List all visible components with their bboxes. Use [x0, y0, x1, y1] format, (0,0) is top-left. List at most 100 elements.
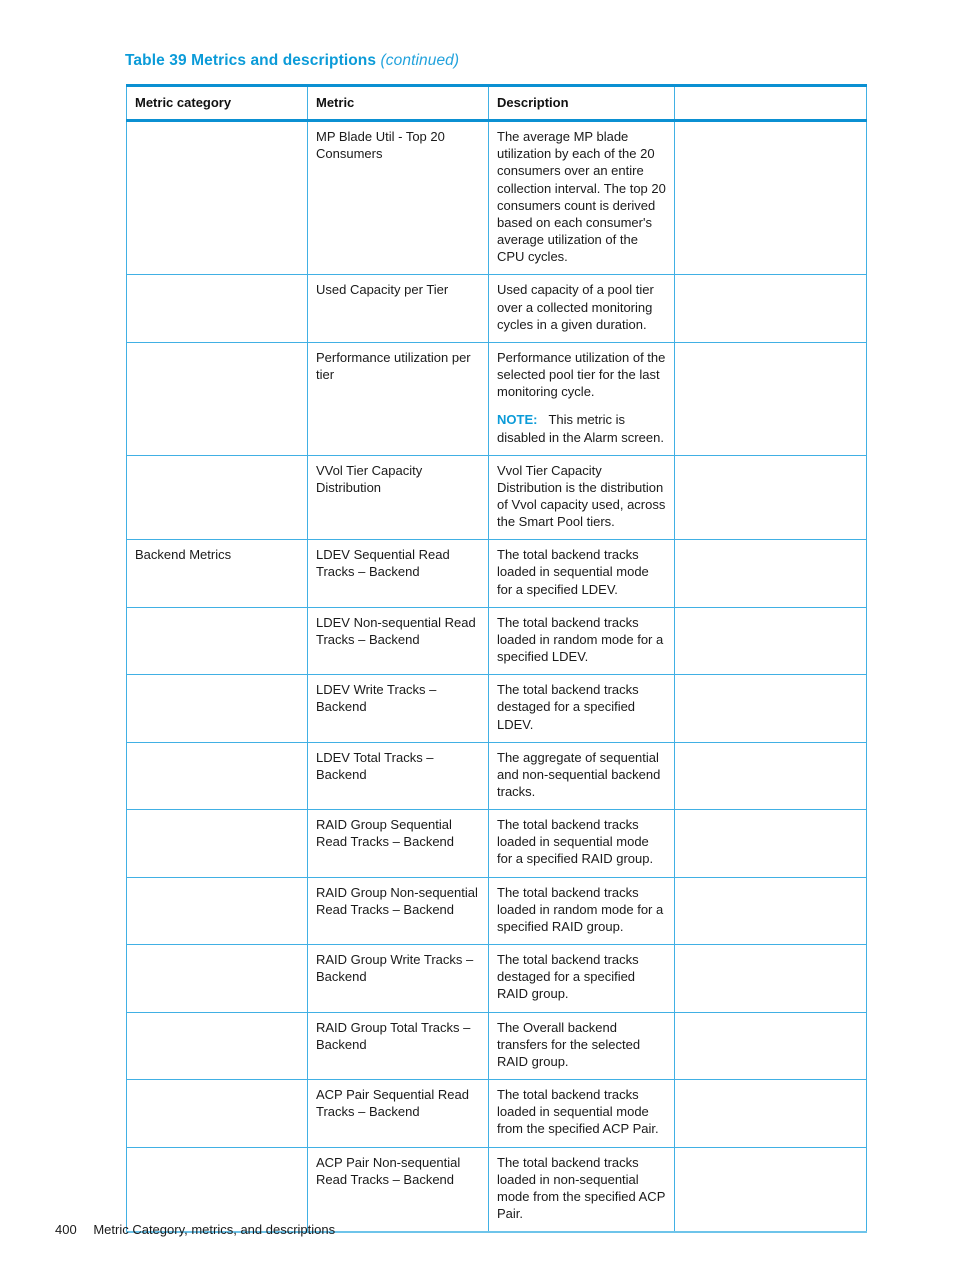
cell-metric-category [126, 674, 308, 743]
column-header-description: Description [488, 83, 675, 123]
cell-description: The total backend tracks destaged for a … [488, 674, 675, 743]
cell-metric-name: Performance utilization per tier [307, 342, 489, 456]
cell-metric-category [126, 120, 308, 276]
table-header-row: Metric category Metric Description [126, 83, 867, 123]
cell-description: Used capacity of a pool tier over a coll… [488, 274, 675, 343]
table-row: Used Capacity per Tier Used capacity of a… [126, 274, 867, 343]
table-row: RAID Group Non-sequential Read Tracks – … [126, 877, 867, 946]
description-text: The total backend tracks loaded in seque… [497, 817, 654, 867]
table-row: RAID Group Sequential Read Tracks – Back… [126, 809, 867, 878]
column-header-metric: Metric [307, 83, 489, 123]
cell-metric-name: RAID Group Non-sequential Read Tracks – … [307, 877, 489, 946]
cell-description: The total backend tracks loaded in rando… [488, 877, 675, 946]
cell-metric-name: RAID Group Total Tracks – Backend [307, 1012, 489, 1081]
table-caption-continued: (continued) [380, 52, 460, 69]
cell-blank [674, 342, 867, 456]
cell-metric-category [126, 809, 308, 878]
description-text: Vvol Tier Capacity Distribution is the d… [497, 462, 666, 530]
cell-description: The total backend tracks destaged for a … [488, 944, 675, 1013]
cell-description: The total backend tracks loaded in seque… [488, 539, 675, 608]
cell-blank [674, 877, 867, 946]
cell-blank [674, 539, 867, 608]
description-text: Performance utilization of the selected … [497, 349, 666, 400]
table-row: RAID Group Write Tracks – Backend The tot… [126, 944, 867, 1013]
cell-metric-category [126, 455, 308, 541]
cell-metric-category [126, 342, 308, 456]
cell-metric-category [126, 1147, 308, 1234]
table-row: ACP Pair Sequential Read Tracks – Backen… [126, 1079, 867, 1148]
cell-blank [674, 274, 867, 343]
cell-metric-category [126, 1079, 308, 1148]
description-text: The Overall backend transfers for the se… [497, 1019, 641, 1069]
cell-metric-category [126, 1012, 308, 1081]
metrics-table: Metric category Metric Description MP Bl… [126, 83, 867, 1234]
cell-metric-category [126, 274, 308, 343]
cell-blank [674, 120, 867, 276]
description-text: The average MP blade utilization by each… [497, 129, 666, 265]
column-header-metric-category: Metric category [126, 83, 308, 123]
description-text: The total backend tracks loaded in rando… [497, 614, 664, 665]
cell-metric-name: LDEV Write Tracks – Backend [307, 674, 489, 743]
cell-metric-name: ACP Pair Sequential Read Tracks – Backen… [307, 1079, 489, 1148]
cell-blank [674, 455, 867, 541]
table-row: RAID Group Total Tracks – Backend The Ove… [126, 1012, 867, 1081]
cell-blank [674, 1079, 867, 1148]
cell-blank [674, 674, 867, 743]
cell-description: The aggregate of sequential and non-sequ… [488, 742, 675, 811]
document-page: Table 39 Metrics and descriptions (conti… [0, 0, 954, 1271]
cell-blank [674, 607, 867, 676]
cell-description: The total backend tracks loaded in seque… [488, 1079, 675, 1148]
cell-metric-name: LDEV Total Tracks – Backend [307, 742, 489, 811]
cell-metric-name: Used Capacity per Tier [307, 274, 489, 343]
cell-metric-category: Backend Metrics [126, 539, 308, 608]
table-body: MP Blade Util - Top 20 Consumers The aver… [126, 120, 867, 1234]
running-head: Metric Category, metrics, and descriptio… [93, 1222, 336, 1237]
cell-metric-category [126, 944, 308, 1013]
cell-metric-name: RAID Group Write Tracks – Backend [307, 944, 489, 1013]
page-number: 400 [55, 1222, 77, 1237]
table-row: LDEV Non-sequential Read Tracks – Backen… [126, 607, 867, 676]
cell-description: The total backend tracks loaded in non-s… [488, 1147, 675, 1234]
description-text: The total backend tracks loaded in seque… [497, 1087, 659, 1137]
cell-metric-name: VVol Tier Capacity Distribution [307, 455, 489, 541]
cell-blank [674, 1012, 867, 1081]
cell-description: The total backend tracks loaded in seque… [488, 809, 675, 878]
page-footer: 400 Metric Category, metrics, and descri… [55, 1222, 335, 1237]
table-caption-title: Table 39 Metrics and descriptions [125, 52, 377, 69]
cell-description: The total backend tracks loaded in rando… [488, 607, 675, 676]
table-row: VVol Tier Capacity Distribution Vvol Tier… [126, 455, 867, 541]
table-header: Metric category Metric Description [126, 83, 867, 123]
table-row: LDEV Write Tracks – Backend The total bac… [126, 674, 867, 743]
description-text: Used capacity of a pool tier over a coll… [497, 282, 654, 332]
cell-metric-category [126, 742, 308, 811]
note-label: NOTE: [497, 412, 538, 428]
cell-blank [674, 1147, 867, 1234]
description-text: The total backend tracks loaded in rando… [497, 884, 664, 934]
description-text: The total backend tracks destaged for a … [497, 682, 639, 732]
cell-metric-name: LDEV Sequential Read Tracks – Backend [307, 539, 489, 608]
description-text: The total backend tracks destaged for a … [497, 952, 639, 1002]
table-row: Backend Metrics LDEV Sequential Read Trac… [126, 539, 867, 608]
cell-description: The average MP blade utilization by each… [488, 120, 675, 276]
table-row: MP Blade Util - Top 20 Consumers The aver… [126, 120, 867, 276]
description-text: The total backend tracks loaded in seque… [497, 547, 649, 597]
column-header-blank [674, 83, 867, 123]
cell-blank [674, 809, 867, 878]
cell-metric-name: RAID Group Sequential Read Tracks – Back… [307, 809, 489, 878]
cell-metric-name: ACP Pair Non-sequential Read Tracks – Ba… [307, 1147, 489, 1234]
description-text: The total backend tracks loaded in non-s… [497, 1154, 666, 1221]
cell-metric-category [126, 607, 308, 676]
cell-description: Vvol Tier Capacity Distribution is the d… [488, 455, 675, 541]
cell-metric-category [126, 877, 308, 946]
cell-description: The Overall backend transfers for the se… [488, 1012, 675, 1081]
cell-metric-name: LDEV Non-sequential Read Tracks – Backen… [307, 607, 489, 676]
note-callout: NOTE: This metric is disabled in the Alar… [497, 411, 666, 445]
cell-metric-name: MP Blade Util - Top 20 Consumers [307, 120, 489, 276]
table-row: ACP Pair Non-sequential Read Tracks – Ba… [126, 1147, 867, 1234]
table-row: LDEV Total Tracks – Backend The aggregate… [126, 742, 867, 811]
table-row: Performance utilization per tier Performa… [126, 342, 867, 456]
cell-blank [674, 944, 867, 1013]
cell-description: Performance utilization of the selected … [488, 342, 675, 456]
description-text: The aggregate of sequential and non-sequ… [497, 749, 661, 799]
table-caption: Table 39 Metrics and descriptions (conti… [125, 52, 459, 70]
